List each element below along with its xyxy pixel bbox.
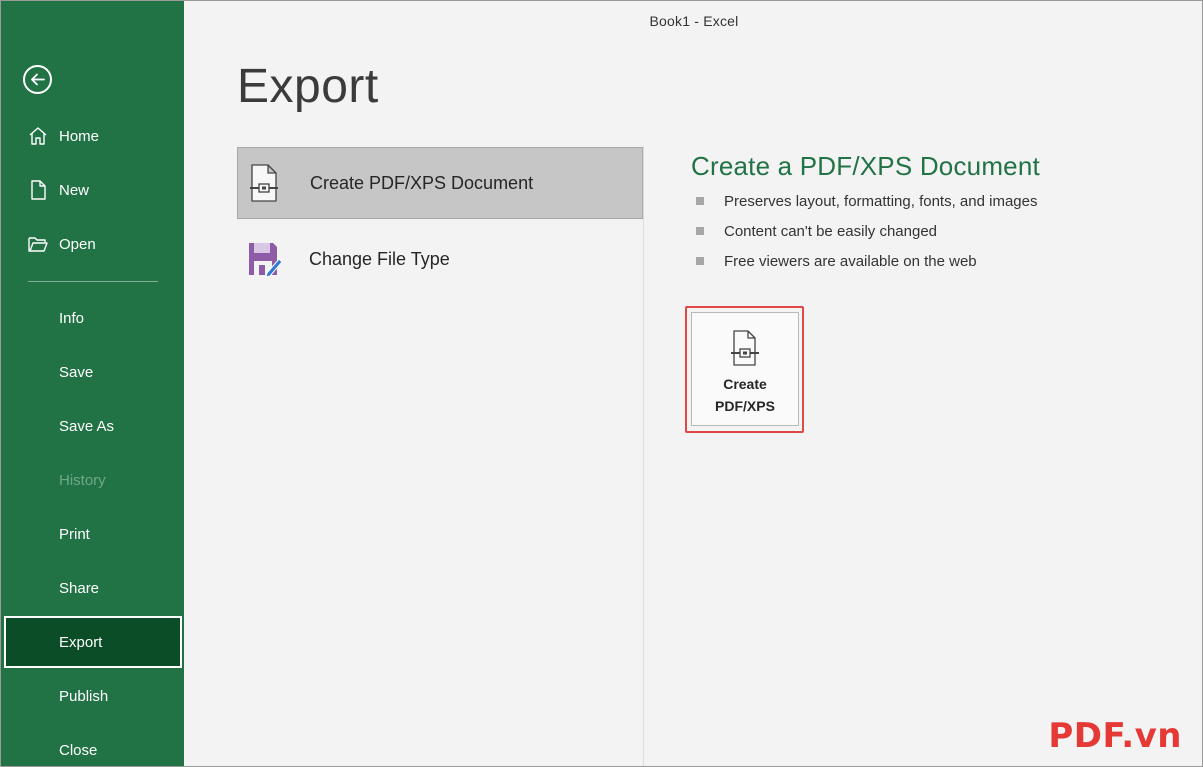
sidebar-item-label: New — [59, 181, 90, 199]
create-button-label: Create PDF/XPS — [715, 376, 775, 414]
pane-divider — [643, 146, 644, 766]
sidebar-item-print[interactable]: Print — [1, 508, 184, 560]
bullet-square-icon — [696, 257, 704, 265]
new-document-icon — [27, 179, 49, 201]
option-change-file-type[interactable]: Change File Type — [237, 223, 643, 295]
create-pdf-xps-button[interactable]: Create PDF/XPS — [691, 312, 799, 426]
sidebar-item-save[interactable]: Save — [1, 346, 184, 398]
sidebar-item-info[interactable]: Info — [1, 292, 184, 344]
sidebar-item-close[interactable]: Close — [1, 724, 184, 766]
page-title: Export — [237, 60, 379, 113]
sidebar-item-label: Info — [59, 309, 85, 327]
sidebar-item-label: Print — [59, 525, 90, 543]
option-label: Change File Type — [309, 248, 450, 269]
sidebar-item-share[interactable]: Share — [1, 562, 184, 614]
bullet-square-icon — [696, 227, 704, 235]
feature-item: Preserves layout, formatting, fonts, and… — [696, 191, 1037, 221]
sidebar-item-home[interactable]: Home — [1, 110, 184, 162]
back-arrow-icon — [31, 73, 45, 86]
excel-backstage-window: Home New Open Info Save Save As History — [0, 0, 1203, 767]
back-button[interactable] — [23, 65, 52, 94]
sidebar-item-save-as[interactable]: Save As — [1, 400, 184, 452]
sidebar-item-label: Open — [59, 235, 96, 253]
sidebar-item-label: Export — [59, 633, 103, 651]
home-icon — [27, 125, 49, 147]
sidebar-item-publish[interactable]: Publish — [1, 670, 184, 722]
open-folder-icon — [27, 233, 49, 255]
feature-item: Content can't be easily changed — [696, 221, 1037, 251]
detail-title: Create a PDF/XPS Document — [691, 151, 1040, 181]
feature-item: Free viewers are available on the web — [696, 251, 1037, 281]
window-title: Book1 - Excel — [649, 13, 739, 29]
sidebar-item-open[interactable]: Open — [1, 218, 184, 270]
sidebar-item-label: Publish — [59, 687, 109, 705]
sidebar-item-label: Save As — [59, 417, 115, 435]
pdf-document-icon — [248, 163, 282, 203]
sidebar-item-label: Close — [59, 741, 98, 759]
change-file-type-icon — [247, 239, 283, 279]
sidebar-item-new[interactable]: New — [1, 164, 184, 216]
feature-list: Preserves layout, formatting, fonts, and… — [696, 191, 1037, 281]
sidebar-item-label: Share — [59, 579, 100, 597]
pdf-document-icon — [729, 329, 761, 367]
sidebar-item-label: History — [59, 471, 106, 489]
option-label: Create PDF/XPS Document — [310, 172, 534, 193]
watermark-logo: PDF.vn — [1048, 716, 1182, 756]
bullet-square-icon — [696, 197, 704, 205]
option-create-pdf-xps[interactable]: Create PDF/XPS Document — [237, 147, 643, 219]
backstage-sidebar: Home New Open Info Save Save As History — [1, 1, 184, 766]
sidebar-item-export[interactable]: Export — [4, 616, 182, 668]
sidebar-item-label: Save — [59, 363, 94, 381]
sidebar-item-label: Home — [59, 127, 100, 145]
sidebar-item-history: History — [1, 454, 184, 506]
sidebar-divider — [28, 281, 158, 282]
